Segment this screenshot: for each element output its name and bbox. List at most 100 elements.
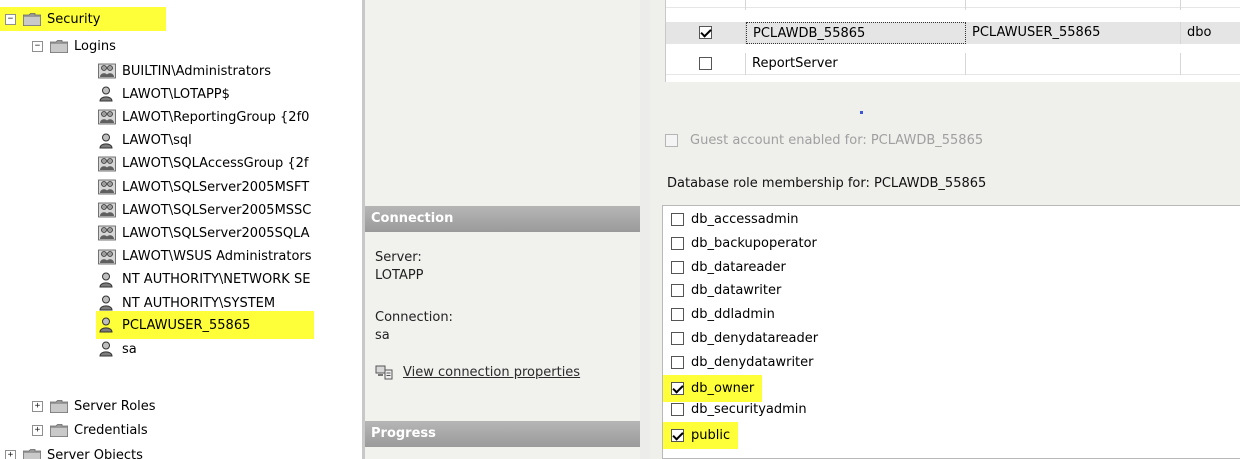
expand-icon[interactable]: + xyxy=(5,449,16,459)
role-item[interactable]: db_ddladmin xyxy=(671,303,775,326)
role-label: db_securityadmin xyxy=(691,402,807,418)
group-icon xyxy=(98,225,116,241)
role-item[interactable]: public xyxy=(663,422,739,450)
user-icon xyxy=(99,341,113,357)
login-item[interactable]: LAWOT\WSUS Administrators xyxy=(98,246,312,268)
role-item[interactable]: db_securityadmin xyxy=(671,398,807,421)
login-label: LAWOT\ReportingGroup {2f0 xyxy=(122,109,310,125)
login-label: LAWOT\SQLServer2005SQLA xyxy=(122,225,310,241)
role-checkbox[interactable] xyxy=(671,236,684,250)
group-icon xyxy=(98,63,116,79)
tree-label-logins: Logins xyxy=(74,38,116,54)
server-label: Server: xyxy=(375,250,422,265)
tree-label-credentials: Credentials xyxy=(74,422,148,438)
role-label: db_datawriter xyxy=(691,283,782,299)
tree-node-credentials[interactable]: + Credentials xyxy=(32,419,148,441)
role-item[interactable]: db_accessadmin xyxy=(671,208,799,231)
role-checkbox[interactable] xyxy=(671,308,684,322)
user-icon xyxy=(99,133,113,149)
role-label: db_denydatareader xyxy=(691,331,819,346)
role-checkbox[interactable] xyxy=(671,381,684,395)
login-item[interactable]: LAWOT\SQLServer2005MSSC xyxy=(98,199,311,221)
guest-account-option: Guest account enabled for: PCLAWDB_55865 xyxy=(665,133,983,148)
tree-node-server-objects[interactable]: + Server Objects xyxy=(5,444,143,459)
view-connection-properties-link[interactable]: View connection properties xyxy=(403,365,580,380)
collapse-icon[interactable]: − xyxy=(32,40,43,52)
role-label: db_accessadmin xyxy=(691,212,799,227)
folder-icon xyxy=(23,448,41,459)
user-mapping-panel: msdb PCLAWDB_55865 PCLAWUSER_55865 dbo R… xyxy=(650,0,1240,459)
role-label: db_denydatawriter xyxy=(691,354,814,370)
map-checkbox[interactable] xyxy=(699,26,712,39)
tree-label-server-roles: Server Roles xyxy=(74,398,156,414)
login-label: LAWOT\sql xyxy=(122,133,192,149)
user-icon xyxy=(99,86,113,102)
login-label: LAWOT\SQLServer2005MSSC xyxy=(122,202,312,218)
role-checkbox[interactable] xyxy=(671,429,684,443)
folder-icon xyxy=(50,399,68,413)
table-row[interactable]: ReportServer xyxy=(666,53,1240,75)
login-label: LAWOT\SQLAccessGroup {2f xyxy=(122,156,309,172)
role-label: public xyxy=(691,425,739,447)
tree-label-security: Security xyxy=(47,11,101,27)
role-checkbox[interactable] xyxy=(671,213,684,226)
connection-label: Connection: xyxy=(375,310,453,325)
guest-label: Guest account enabled for: PCLAWDB_55865 xyxy=(690,133,984,148)
role-label: db_owner xyxy=(691,377,763,399)
login-item[interactable]: LAWOT\LOTAPP$ xyxy=(98,83,230,105)
login-item[interactable]: LAWOT\SQLServer2005MSFT xyxy=(98,176,309,198)
object-explorer-tree: − Security − Logins BUILTIN\Administrato… xyxy=(0,0,363,459)
role-item[interactable]: db_denydatawriter xyxy=(671,351,814,374)
map-checkbox[interactable] xyxy=(699,57,712,70)
group-icon xyxy=(98,179,116,195)
login-item[interactable]: PCLAWUSER_55865 xyxy=(96,311,314,340)
role-checkbox[interactable] xyxy=(671,355,684,369)
role-item[interactable]: db_datawriter xyxy=(671,279,781,302)
table-row-selected[interactable]: PCLAWDB_55865 PCLAWUSER_55865 dbo xyxy=(666,22,1240,44)
role-checkbox[interactable] xyxy=(671,332,684,345)
role-item[interactable]: db_denydatareader xyxy=(671,327,818,350)
role-checkbox[interactable] xyxy=(671,403,684,417)
login-label: LAWOT\WSUS Administrators xyxy=(122,249,312,265)
database-mapping-table: msdb PCLAWDB_55865 PCLAWUSER_55865 dbo R… xyxy=(665,0,1240,82)
tree-node-logins[interactable]: − Logins xyxy=(32,35,116,57)
expand-icon[interactable]: + xyxy=(32,424,43,436)
user-icon xyxy=(99,295,113,311)
guest-checkbox[interactable] xyxy=(665,134,678,147)
login-item[interactable]: LAWOT\SQLAccessGroup {2f xyxy=(98,153,309,175)
login-item[interactable]: BUILTIN\Administrators xyxy=(98,60,271,82)
connection-panel: Connection Server: LOTAPP Connection: sa… xyxy=(365,0,640,459)
user-cell: PCLAWUSER_55865 xyxy=(966,22,1181,44)
role-checkbox[interactable] xyxy=(671,260,684,274)
role-item[interactable]: db_datareader xyxy=(671,256,786,279)
tree-node-server-roles[interactable]: + Server Roles xyxy=(32,395,156,417)
login-item[interactable]: sa xyxy=(98,338,137,360)
login-item[interactable]: LAWOT\sql xyxy=(98,130,192,152)
connection-properties-icon xyxy=(375,365,393,380)
folder-icon xyxy=(50,423,68,437)
login-item[interactable]: LAWOT\SQLServer2005SQLA xyxy=(98,222,310,244)
server-value: LOTAPP xyxy=(375,268,424,283)
login-item[interactable]: NT AUTHORITY\NETWORK SE xyxy=(98,269,310,291)
tree-node-security[interactable]: − Security xyxy=(0,7,166,31)
database-cell: PCLAWDB_55865 xyxy=(746,22,966,44)
table-row[interactable]: msdb xyxy=(666,0,1240,10)
group-icon xyxy=(98,156,116,172)
login-label: NT AUTHORITY\NETWORK SE xyxy=(122,272,311,288)
role-membership-title: Database role membership for: PCLAWDB_55… xyxy=(667,176,987,191)
user-icon xyxy=(99,272,113,288)
role-item[interactable]: db_backupoperator xyxy=(671,232,817,255)
collapse-icon[interactable]: − xyxy=(5,13,16,25)
login-label: sa xyxy=(122,341,137,357)
login-label: PCLAWUSER_55865 xyxy=(122,317,251,333)
role-checkbox[interactable] xyxy=(671,284,684,298)
login-item[interactable]: LAWOT\ReportingGroup {2f0 xyxy=(98,106,309,128)
role-label: db_ddladmin xyxy=(691,307,775,323)
expand-icon[interactable]: + xyxy=(32,400,43,412)
database-cell: ReportServer xyxy=(746,53,966,75)
tree-label-server-objects: Server Objects xyxy=(47,447,143,459)
folder-icon xyxy=(23,12,41,26)
pane-splitter-right[interactable] xyxy=(640,0,650,459)
role-label: db_datareader xyxy=(691,259,786,275)
view-connection-properties[interactable]: View connection properties xyxy=(375,364,580,380)
